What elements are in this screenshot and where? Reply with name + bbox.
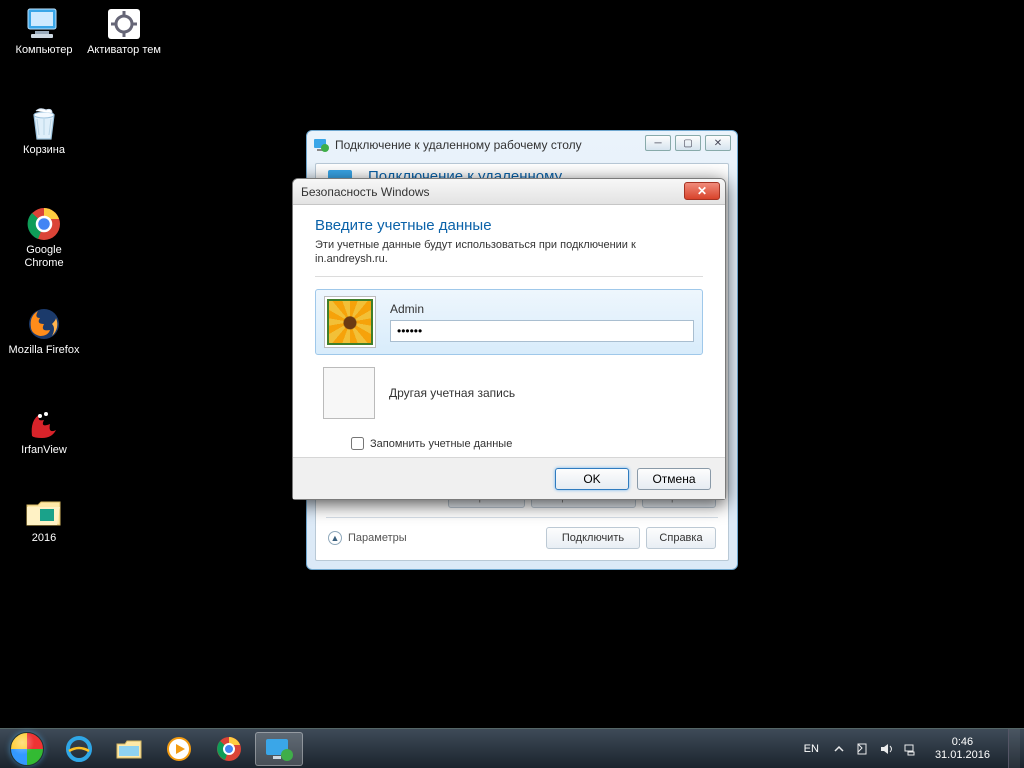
chrome-icon (24, 206, 64, 242)
avatar-blank (323, 367, 375, 419)
connect-button[interactable]: Подключить (546, 527, 640, 549)
remember-checkbox[interactable] (351, 437, 364, 450)
maximize-button[interactable]: ▢ (675, 135, 701, 151)
security-dialog: Безопасность Windows ✕ Введите учетные д… (292, 178, 726, 500)
password-input[interactable] (390, 320, 694, 342)
desktop-icon-folder-2016[interactable]: 2016 (6, 494, 82, 545)
other-account-label: Другая учетная запись (389, 386, 515, 400)
icon-label: IrfanView (6, 444, 82, 457)
credential-tile-admin[interactable]: Admin (315, 289, 703, 355)
security-footer: OK Отмена (293, 457, 725, 499)
rdp-bottom-bar: ▲ Параметры Подключить Справка (316, 524, 728, 552)
chrome-icon (216, 736, 242, 762)
taskbar-ie[interactable] (55, 732, 103, 766)
separator (315, 276, 703, 277)
tray-network-icon[interactable] (903, 742, 917, 756)
show-desktop-button[interactable] (1008, 729, 1020, 768)
help-button[interactable]: Справка (646, 527, 716, 549)
desktop-icon-recycle[interactable]: Корзина (6, 106, 82, 157)
rdp-title: Подключение к удаленному рабочему столу (335, 138, 582, 152)
params-toggle[interactable]: ▲ Параметры (328, 531, 407, 545)
desktop-icon-irfanview[interactable]: IrfanView (6, 406, 82, 457)
params-label: Параметры (348, 532, 407, 544)
tray-date: 31.01.2016 (935, 749, 990, 762)
window-buttons: ─ ▢ ✕ (645, 135, 731, 151)
cancel-button[interactable]: Отмена (637, 468, 711, 490)
security-description: Эти учетные данные будут использоваться … (315, 238, 703, 266)
flower-icon (327, 299, 373, 345)
icon-label: Корзина (6, 144, 82, 157)
icon-label: Активатор тем (86, 44, 162, 57)
taskbar-explorer[interactable] (105, 732, 153, 766)
gear-icon (104, 6, 144, 42)
chevron-up-icon: ▲ (328, 531, 342, 545)
folder-icon (24, 494, 64, 530)
separator (326, 517, 718, 518)
irfanview-icon (24, 406, 64, 442)
taskbar-wmp[interactable] (155, 732, 203, 766)
system-tray: EN 0:46 31.01.2016 (796, 729, 1024, 768)
rdp-icon (264, 736, 294, 762)
tray-time: 0:46 (935, 736, 990, 749)
tray-volume-icon[interactable] (879, 742, 893, 756)
minimize-button[interactable]: ─ (645, 135, 671, 151)
credential-tile-other[interactable]: Другая учетная запись (315, 361, 703, 425)
computer-icon (24, 6, 64, 42)
rdp-icon (313, 137, 329, 153)
icon-label: 2016 (6, 532, 82, 545)
language-indicator[interactable]: EN (800, 741, 823, 757)
desktop-icon-activator[interactable]: Активатор тем (86, 6, 162, 57)
ok-button[interactable]: OK (555, 468, 629, 490)
security-title: Безопасность Windows (301, 185, 430, 199)
folder-icon (115, 737, 143, 761)
taskbar-rdp[interactable] (255, 732, 303, 766)
security-body: Введите учетные данные Эти учетные данны… (293, 205, 725, 450)
icon-label: Google Chrome (6, 244, 82, 270)
avatar (324, 296, 376, 348)
tray-clock[interactable]: 0:46 31.01.2016 (927, 736, 998, 762)
wmp-icon (166, 736, 192, 762)
recycle-bin-icon (24, 106, 64, 142)
remember-label: Запомнить учетные данные (370, 438, 512, 450)
desktop-icon-computer[interactable]: Компьютер (6, 6, 82, 57)
icon-label: Компьютер (6, 44, 82, 57)
firefox-icon (24, 306, 64, 342)
close-button[interactable]: ✕ (705, 135, 731, 151)
desktop-icon-chrome[interactable]: Google Chrome (6, 206, 82, 270)
start-button[interactable] (0, 729, 54, 768)
desktop: Компьютер Активатор тем Корзина Google C… (0, 0, 1024, 768)
taskbar: EN 0:46 31.01.2016 (0, 728, 1024, 768)
windows-orb-icon (10, 732, 44, 766)
security-titlebar[interactable]: Безопасность Windows (293, 179, 725, 205)
ie-icon (65, 735, 93, 763)
close-button[interactable]: ✕ (684, 182, 720, 200)
username-label: Admin (390, 302, 694, 316)
remember-credentials[interactable]: Запомнить учетные данные (351, 437, 703, 450)
taskbar-chrome[interactable] (205, 732, 253, 766)
close-icon: ✕ (697, 184, 707, 198)
tray-chevron-icon[interactable] (833, 743, 845, 755)
desktop-icon-firefox[interactable]: Mozilla Firefox (6, 306, 82, 357)
icon-label: Mozilla Firefox (6, 344, 82, 357)
security-heading: Введите учетные данные (315, 217, 703, 234)
tray-action-center-icon[interactable] (855, 742, 869, 756)
